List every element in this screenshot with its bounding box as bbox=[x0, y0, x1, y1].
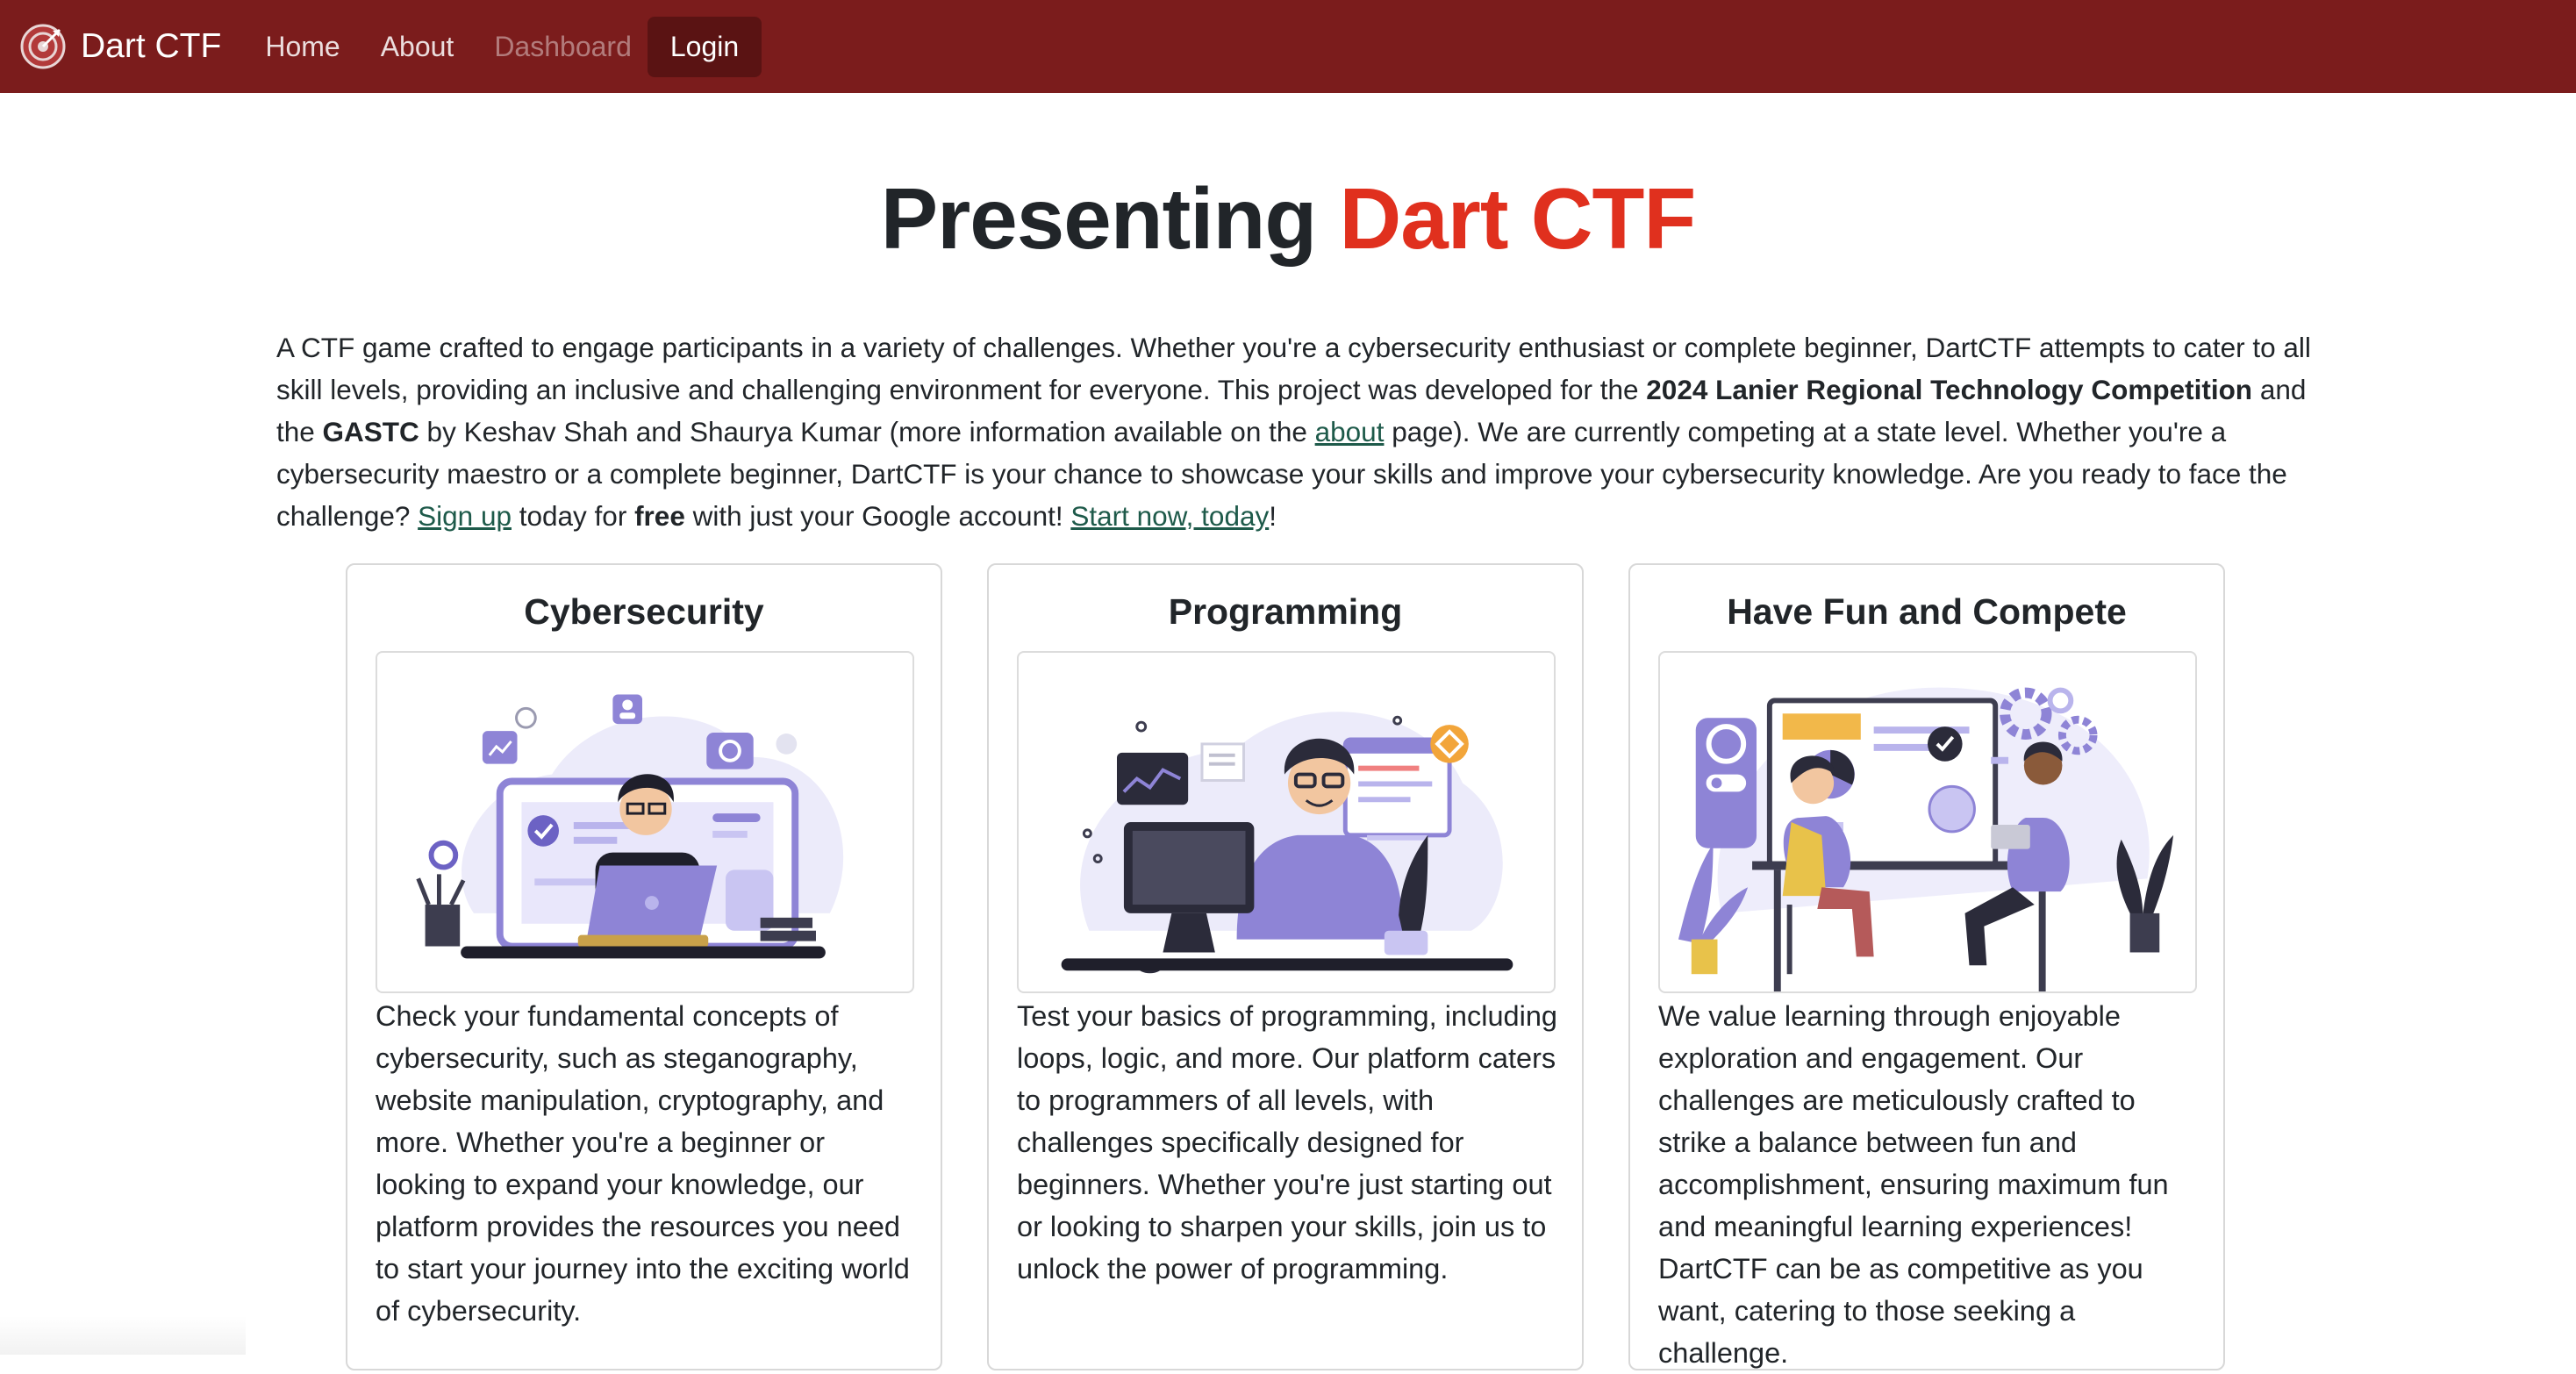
intro-paragraph: A CTF game crafted to engage participant… bbox=[276, 326, 2329, 537]
title-prefix: Presenting bbox=[880, 170, 1340, 267]
compete-illustration bbox=[1658, 651, 2197, 993]
intro-text: today for bbox=[511, 500, 635, 532]
page-title: Presenting Dart CTF bbox=[0, 170, 2576, 267]
title-highlight: Dart CTF bbox=[1339, 170, 1696, 267]
programming-illustration bbox=[1017, 651, 1556, 993]
card-description: We value learning through enjoyable expl… bbox=[1658, 1000, 2169, 1369]
top-navbar: Dart CTF Home About Dashboard Login bbox=[0, 0, 2576, 93]
nav-login[interactable]: Login bbox=[647, 16, 762, 77]
start-now-link[interactable]: Start now, today bbox=[1070, 500, 1269, 532]
cybersecurity-illustration bbox=[376, 651, 914, 993]
card-title: Cybersecurity bbox=[524, 591, 764, 632]
nav-about[interactable]: About bbox=[381, 31, 454, 63]
card-programming: Programming Test your basics of programm… bbox=[987, 563, 1584, 1370]
bottom-fade bbox=[0, 1316, 246, 1355]
intro-text: ! bbox=[1269, 500, 1277, 532]
brand-link[interactable]: Dart CTF bbox=[19, 23, 221, 70]
card-title: Programming bbox=[1168, 591, 1403, 632]
intro-text: with just your Google account! bbox=[684, 500, 1071, 532]
card-cybersecurity: Cybersecurity Check your fundamental con… bbox=[346, 563, 942, 1370]
intro-text: by Keshav Shah and Shaurya Kumar (more i… bbox=[419, 416, 1315, 447]
target-icon bbox=[19, 23, 67, 70]
intro-bold: free bbox=[634, 500, 685, 532]
about-link[interactable]: about bbox=[1315, 416, 1385, 447]
intro-bold: GASTC bbox=[322, 416, 419, 447]
nav-home[interactable]: Home bbox=[265, 31, 340, 63]
brand-name: Dart CTF bbox=[81, 27, 222, 65]
card-description: Check your fundamental concepts of cyber… bbox=[376, 1000, 910, 1327]
card-description: Test your basics of programming, includi… bbox=[1017, 1000, 1557, 1285]
nav-dashboard: Dashboard bbox=[494, 30, 632, 62]
card-title: Have Fun and Compete bbox=[1727, 591, 2127, 632]
card-have-fun-and-compete: Have Fun and Compete We value learning t… bbox=[1628, 563, 2225, 1370]
signup-link[interactable]: Sign up bbox=[418, 500, 512, 532]
intro-bold: 2024 Lanier Regional Technology Competit… bbox=[1646, 374, 2253, 405]
